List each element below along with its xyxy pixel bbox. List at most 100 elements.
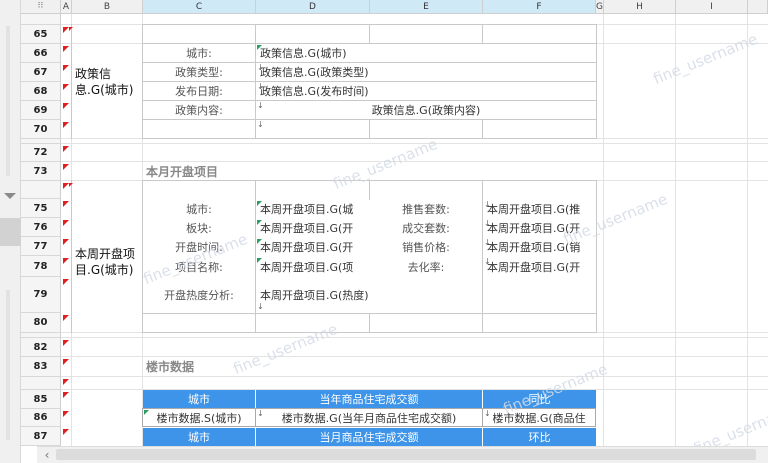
weekly-value-heat[interactable]: 本周开盘项目.G(热度) xyxy=(256,278,482,312)
expand-arrow-icon: ↓ xyxy=(257,63,264,72)
weekly-value-block[interactable]: 本周开盘项目.G(开 xyxy=(256,219,369,237)
cell-marker xyxy=(257,45,262,50)
row-header-85[interactable]: 85 xyxy=(21,390,61,409)
row-header-65[interactable]: 65 xyxy=(21,25,61,44)
policy-value-content[interactable]: 政策信息.G(政策内容) xyxy=(256,101,596,119)
weekly-value-project-name[interactable]: 本周开盘项目.G(项 xyxy=(256,257,369,277)
grid-line xyxy=(747,14,748,446)
left-panel-lower-track xyxy=(6,290,10,440)
policy-value-date[interactable]: 政策信息.G(发布时间) xyxy=(256,82,596,100)
column-header-j[interactable] xyxy=(748,0,768,14)
cell-border xyxy=(482,119,483,139)
row-header-84[interactable] xyxy=(21,377,61,390)
weekly-label-heat[interactable]: 开盘热度分析: xyxy=(143,278,255,312)
expand-arrow-icon: ↓ xyxy=(484,200,491,209)
weekly-value-open-time[interactable]: 本周开盘项目.G(开 xyxy=(256,238,369,256)
row-header-77[interactable]: 77 xyxy=(21,237,61,256)
column-header-f[interactable]: F xyxy=(483,0,596,14)
expand-arrow-icon: ↓ xyxy=(257,101,264,110)
sheet-corner-select-all[interactable]: ⁝⁝ xyxy=(21,0,61,14)
row-header-76[interactable]: 76 xyxy=(21,218,61,237)
market-header2-city[interactable]: 城市 xyxy=(143,428,256,446)
policy-label-city[interactable]: 城市: xyxy=(143,44,255,62)
expand-arrow-icon: ↓ xyxy=(257,120,264,129)
weekly-label-units-sold[interactable]: 成交套数: xyxy=(370,219,482,237)
column-header-h[interactable]: H xyxy=(604,0,676,14)
weekly-section-title[interactable]: 本月开盘项目 xyxy=(143,162,343,180)
policy-value-city[interactable]: 政策信息.G(城市) xyxy=(256,44,596,62)
policy-label-date[interactable]: 发布日期: xyxy=(143,82,255,100)
weekly-value-absorption[interactable]: 本周开盘项目.G(开 xyxy=(483,257,596,277)
row-header-68[interactable]: 68 xyxy=(21,82,61,101)
column-header-i[interactable]: I xyxy=(676,0,748,14)
column-header-e[interactable]: E xyxy=(370,0,483,14)
weekly-merged-label[interactable]: 本周开盘项目.G(城市) xyxy=(72,245,142,279)
expand-arrow-icon: ↓ xyxy=(484,257,491,266)
expand-arrow-icon: ↓ xyxy=(484,219,491,228)
market-header1-city[interactable]: 城市 xyxy=(143,390,256,408)
row-header-80[interactable]: 80 xyxy=(21,313,61,333)
cell-marker xyxy=(63,220,69,226)
cell-border xyxy=(369,24,370,44)
cell-marker xyxy=(63,46,69,52)
market-data-ratio[interactable]: 楼市数据.G(商品住 xyxy=(482,408,596,427)
weekly-label-price[interactable]: 销售价格: xyxy=(370,238,482,256)
column-header-g[interactable]: G xyxy=(596,0,604,14)
row-header-87[interactable]: 87 xyxy=(21,427,61,446)
policy-label-content[interactable]: 政策内容: xyxy=(143,101,255,119)
policy-merged-label[interactable]: 政策信息.G(城市) xyxy=(72,63,142,101)
scroll-left-arrow-icon[interactable]: ‹ xyxy=(40,446,54,463)
column-header-b[interactable]: B xyxy=(72,0,143,14)
row-header-74[interactable] xyxy=(21,181,61,199)
weekly-label-city[interactable]: 城市: xyxy=(143,200,255,218)
row-header-83[interactable]: 83 xyxy=(21,357,61,377)
left-panel-handle[interactable] xyxy=(0,218,21,246)
market-header1-amount[interactable]: 当年商品住宅成交额 xyxy=(256,390,483,408)
cell-marker xyxy=(257,239,262,244)
collapse-arrow-icon[interactable] xyxy=(4,193,16,199)
row-header-82[interactable]: 82 xyxy=(21,338,61,357)
column-header-a[interactable]: A xyxy=(61,0,72,14)
cell-marker xyxy=(63,164,69,170)
cell-marker xyxy=(63,201,69,207)
expand-arrow-icon: ↓ xyxy=(484,238,491,247)
row-header-75[interactable]: 75 xyxy=(21,199,61,218)
weekly-label-units-offered[interactable]: 推售套数: xyxy=(370,200,482,218)
grid-line xyxy=(61,337,768,338)
policy-label-type[interactable]: 政策类型: xyxy=(143,63,255,81)
policy-value-type[interactable]: 政策信息.G(政策类型) xyxy=(256,63,596,81)
cell-border xyxy=(369,313,370,333)
weekly-value-units-offered[interactable]: 本周开盘项目.G(推 xyxy=(483,200,596,218)
cell-marker xyxy=(63,279,69,285)
horizontal-scrollbar-thumb[interactable] xyxy=(56,449,756,460)
row-header-72[interactable]: 72 xyxy=(21,144,61,162)
row-header-73[interactable]: 73 xyxy=(21,162,61,181)
left-panel-upper-track xyxy=(6,26,10,176)
row-header-66[interactable]: 66 xyxy=(21,44,61,63)
market-data-city[interactable]: 楼市数据.S(城市) xyxy=(142,408,256,427)
cell-marker xyxy=(63,84,69,90)
row-header-70[interactable]: 70 xyxy=(21,120,61,139)
row-header-64[interactable] xyxy=(21,14,61,25)
row-header-67[interactable]: 67 xyxy=(21,63,61,82)
expand-arrow-icon: ↓ xyxy=(484,409,491,418)
weekly-label-absorption[interactable]: 去化率: xyxy=(370,257,482,277)
cell-marker xyxy=(63,411,69,417)
cell-marker xyxy=(144,410,149,415)
cell-marker xyxy=(257,201,262,206)
row-header-86[interactable]: 86 xyxy=(21,409,61,427)
expand-arrow-icon: ↓ xyxy=(257,409,264,418)
row-header-79[interactable]: 79 xyxy=(21,277,61,313)
row-header-78[interactable]: 78 xyxy=(21,256,61,277)
market-header2-ratio[interactable]: 环比 xyxy=(483,428,596,446)
row-header-69[interactable]: 69 xyxy=(21,101,61,120)
left-side-panel[interactable] xyxy=(0,0,21,463)
cell-marker xyxy=(63,239,69,245)
cell-marker xyxy=(63,340,69,346)
market-header2-amount[interactable]: 当月商品住宅成交额 xyxy=(256,428,483,446)
market-data-amount[interactable]: 楼市数据.G(当年月商品住宅成交额) xyxy=(255,408,483,427)
weekly-value-city[interactable]: 本周开盘项目.G(城 xyxy=(256,200,369,218)
column-header-d[interactable]: D xyxy=(256,0,370,14)
column-header-c[interactable]: C xyxy=(143,0,256,14)
cell-marker xyxy=(69,183,73,187)
